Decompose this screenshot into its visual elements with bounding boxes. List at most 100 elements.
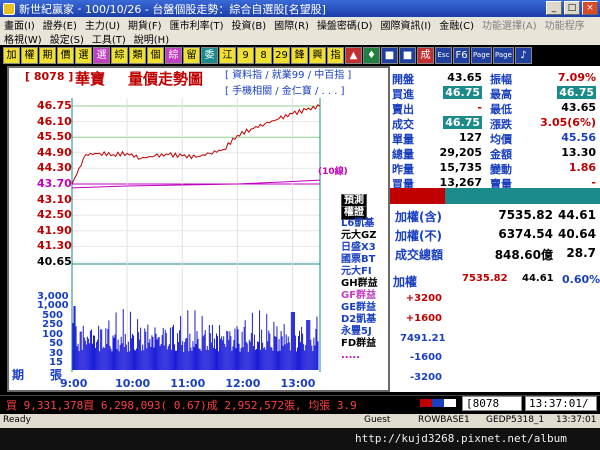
mini-chart-pct: 0.60%	[562, 273, 600, 286]
toolbar-button[interactable]: Page	[471, 46, 492, 64]
menu-item[interactable]: 操盤密碼(D)	[313, 17, 377, 32]
toolbar-button[interactable]: 指	[327, 46, 344, 64]
toolbar-button[interactable]: 個	[147, 46, 164, 64]
app-icon	[3, 2, 15, 15]
legend-item[interactable]: 國票BT	[341, 254, 375, 266]
close-button[interactable]: ×	[582, 1, 598, 15]
stock-code-value: 8078	[472, 397, 500, 410]
menu-item[interactable]: 功能程序	[541, 17, 589, 32]
legend-item[interactable]: D2凱基	[341, 314, 376, 326]
quote-value: 46.75	[443, 86, 482, 99]
toolbar-button[interactable]: 綜	[165, 46, 182, 64]
quote-label: 均價	[490, 133, 512, 146]
toolbar-button[interactable]: 選	[93, 46, 110, 64]
price-tick-label: 44.30	[37, 161, 72, 175]
quote-label: 變動	[490, 163, 512, 176]
menu-item[interactable]: 金融(C)	[435, 17, 478, 32]
toolbar-button[interactable]: ■	[399, 46, 416, 64]
legend-item[interactable]: GH群益	[341, 278, 378, 290]
index-row: 成交總額 848.60億 28.7	[393, 246, 598, 262]
quote-value: -	[477, 101, 482, 114]
menu-item[interactable]: 說明(H)	[130, 31, 173, 46]
toolbar-button[interactable]: ♦	[363, 46, 380, 64]
menu-item[interactable]: 國際(R)	[270, 17, 313, 32]
price-tick-label: 40.65	[37, 255, 72, 268]
menu-item[interactable]: 主力(U)	[81, 17, 124, 32]
toolbar-button[interactable]: 興	[309, 46, 326, 64]
menu-item[interactable]: 功能選擇(A)	[478, 17, 541, 32]
toolbar-button[interactable]: 類	[129, 46, 146, 64]
toolbar-button[interactable]: Page	[492, 46, 514, 64]
title-bar: 新世紀贏家 - 100/10/26 - 台盤個股走勢：綜合自選股[名望股] _ …	[0, 0, 600, 17]
legend-item[interactable]: 元大GZ	[341, 230, 376, 242]
toolbar-button[interactable]: 留	[183, 46, 200, 64]
index-row: 加權(含) 7535.82 44.61	[393, 208, 598, 224]
window-title-sep: -	[74, 2, 85, 15]
legend-item[interactable]: 元大FI	[341, 266, 372, 278]
stock-code[interactable]: [ 8078 ]	[25, 70, 73, 83]
quote-row: 總量 29,205 金額 13.30	[392, 146, 598, 161]
mini-chart-tick-label: -1600	[410, 352, 442, 364]
toolbar-button[interactable]: 8	[255, 46, 272, 64]
menu-item[interactable]: 設定(S)	[46, 31, 88, 46]
toolbar-button[interactable]: 選	[75, 46, 92, 64]
quote-value: 7.09%	[557, 71, 596, 84]
legend-item[interactable]: .....	[341, 350, 360, 362]
price-tick-label: 46.75	[37, 99, 72, 112]
toolbar-button[interactable]: F6	[453, 46, 470, 64]
legend-item[interactable]: 日盛X3	[341, 242, 376, 254]
toolbar-button[interactable]: 鋒	[291, 46, 308, 64]
menu-item[interactable]: 證券(E)	[39, 17, 81, 32]
status-time: 13:37:01	[556, 415, 597, 425]
toolbar-button[interactable]: 江	[219, 46, 236, 64]
status-server: ROWBASE1	[418, 415, 470, 425]
toolbar-button[interactable]: 委	[201, 46, 218, 64]
menu-item[interactable]: 投資(B)	[228, 17, 271, 32]
time-tick-label: 11:00	[170, 377, 206, 390]
quote-value: 29,205	[439, 146, 482, 159]
legend-item[interactable]: 永豐5J	[341, 326, 372, 338]
menu-item[interactable]: 國際資訊(I)	[376, 17, 435, 32]
menu-item[interactable]: 畫面(I)	[0, 17, 39, 32]
toolbar-button[interactable]: 期	[39, 46, 56, 64]
menu-item[interactable]: 格視(W)	[0, 31, 46, 46]
toolbar-button[interactable]: ▲	[345, 46, 362, 64]
toolbar-button[interactable]: 綜	[111, 46, 128, 64]
quote-value: 43.65	[447, 71, 482, 84]
quote-label: 總量	[392, 148, 414, 161]
legend-item[interactable]: FD群益	[341, 338, 376, 350]
toolbar-button[interactable]: 9	[237, 46, 254, 64]
toolbar-button[interactable]: 權	[21, 46, 38, 64]
quote-row: 賣出 - 最低 43.65	[392, 101, 598, 116]
info-line-concepts[interactable]: [ 手機相關 / 金仁寶 / . . . ]	[225, 84, 351, 100]
info-line-categories[interactable]: [ 資料指 / 就業99 / 中百指 ]	[225, 68, 351, 84]
index-value: 6374.54	[498, 227, 553, 241]
stock-name: 華寶	[75, 70, 106, 88]
index-label: 成交總額	[395, 248, 444, 262]
legend-item[interactable]: GE群益	[341, 302, 376, 314]
menu-item[interactable]: 期貨(F)	[124, 17, 166, 32]
quote-value: 46.75	[557, 86, 596, 99]
legend-item[interactable]: GF群益	[341, 290, 376, 302]
legend-item[interactable]: L6凱基	[341, 218, 374, 230]
time-tick-label: 13:00	[280, 377, 316, 390]
minimize-button[interactable]: _	[546, 1, 562, 15]
toolbar-button[interactable]: ♪	[514, 46, 532, 64]
toolbar-button[interactable]: 29	[273, 46, 290, 64]
quote-label: 開盤	[392, 73, 414, 86]
mini-chart-tick-label: 7491.21	[400, 332, 446, 344]
maximize-button[interactable]: □	[564, 1, 580, 15]
menu-item[interactable]: 匯市利率(T)	[166, 17, 228, 32]
price-tick-label: 45.50	[37, 130, 72, 144]
toolbar-button[interactable]: 加	[3, 46, 20, 64]
index-label: 加權(不)	[395, 229, 442, 243]
toolbar-button[interactable]: Esc	[435, 46, 452, 64]
menu-item[interactable]: 工具(T)	[88, 31, 130, 46]
toolbar-button[interactable]: ■	[381, 46, 398, 64]
stock-code-input[interactable]: [8078	[462, 396, 522, 411]
toolbar-button[interactable]: 價	[57, 46, 74, 64]
index-value: 7535.82	[498, 208, 553, 222]
clock: 13:37:01/	[525, 396, 597, 411]
window-title: 100/10/26 - 台盤個股走勢：綜合自選股[名望股]	[84, 2, 326, 16]
toolbar-button[interactable]: 成	[417, 46, 434, 64]
